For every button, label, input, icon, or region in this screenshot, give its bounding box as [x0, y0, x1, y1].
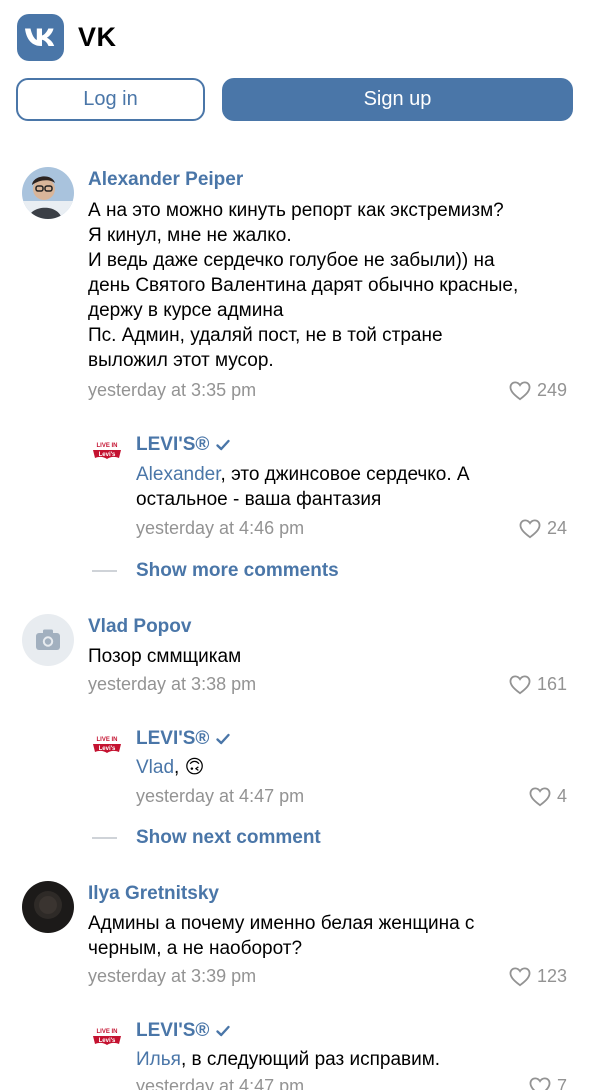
avatar[interactable] [22, 881, 74, 933]
heart-icon [529, 1076, 551, 1090]
svg-text:Levi's: Levi's [99, 1038, 116, 1044]
reply-author-name: LEVI'S® [136, 1020, 210, 1041]
reply-text: Илья, в следующий раз исправим. [136, 1047, 566, 1072]
reply-author[interactable]: LEVI'S® [136, 1020, 231, 1042]
comment-line: Админы а почему именно белая женщина с [88, 913, 475, 934]
like-count: 123 [536, 966, 567, 986]
mention-link[interactable]: Илья [136, 1049, 181, 1070]
comment-author[interactable]: Ilya Gretnitsky [88, 883, 219, 905]
like-count: 7 [556, 1076, 567, 1090]
comment-text: Админы а почему именно белая женщина с ч… [88, 911, 568, 961]
comment-line: черным, а не наоборот? [88, 938, 303, 959]
like-button[interactable]: 7 [529, 1076, 567, 1090]
verified-check-icon [216, 1025, 231, 1037]
reply-time: yesterday at 4:47 pm [136, 1076, 305, 1090]
svg-text:LIVE IN: LIVE IN [96, 1029, 117, 1035]
reply-line: Илья, в следующий раз исправим. [136, 1047, 566, 1072]
reply-text-part: , в следующий раз исправим. [180, 1049, 441, 1070]
comment-ilya: Ilya Gretnitsky Админы а почему именно б… [0, 0, 589, 1090]
like-button[interactable]: 123 [509, 966, 567, 987]
comment-time: yesterday at 3:39 pm [88, 966, 257, 986]
levis-logo-icon[interactable]: LIVE IN Levi's [90, 1026, 124, 1052]
heart-icon [509, 966, 531, 986]
